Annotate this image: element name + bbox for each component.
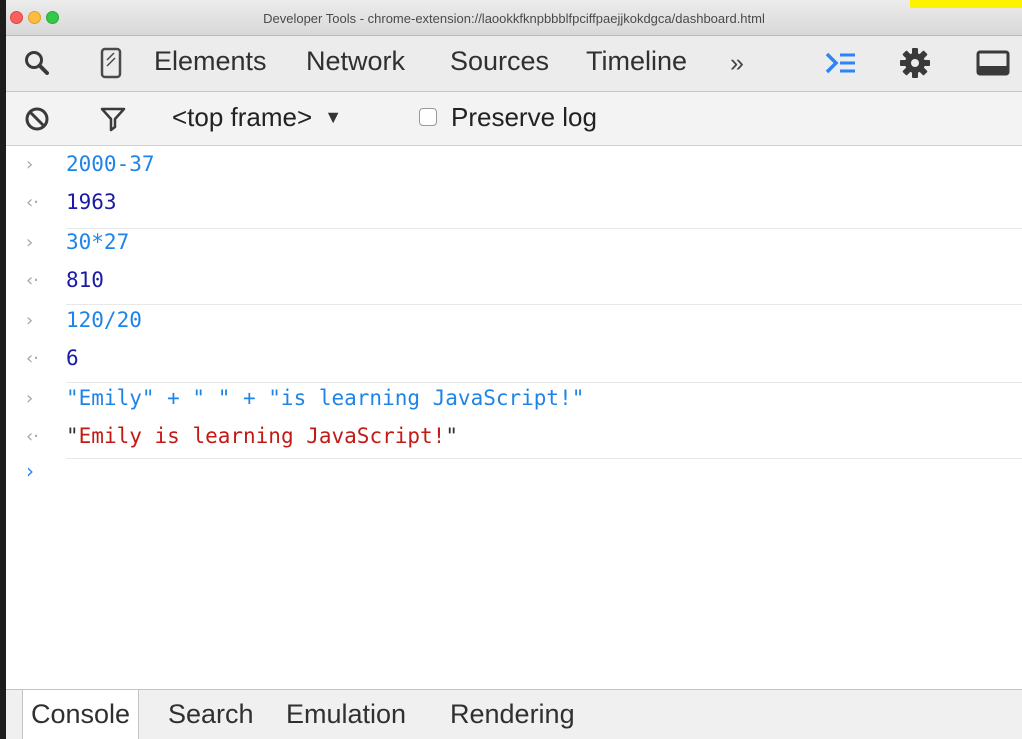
console-result-row: ‹· 6 — [6, 340, 1022, 378]
input-chevron-icon: › — [26, 232, 34, 253]
dropdown-arrow-icon: ▼ — [324, 107, 343, 127]
console-toolbar: <top frame> ▼ Preserve log — [6, 92, 1022, 146]
console-result: 1963 — [66, 190, 117, 214]
result-arrow-icon: ‹· — [26, 192, 39, 213]
tab-timeline[interactable]: Timeline — [586, 46, 687, 77]
input-chevron-icon: › — [26, 388, 34, 409]
console-result: 810 — [66, 268, 104, 292]
console-command: 30*27 — [66, 230, 130, 254]
console-command: 2000-37 — [66, 152, 155, 176]
entry-divider — [66, 458, 1022, 459]
console-prompt-icon[interactable]: › — [26, 459, 34, 483]
device-mode-icon[interactable] — [94, 46, 128, 80]
filter-icon[interactable] — [96, 102, 130, 136]
drawer-tab-bar: Console Search Emulation Rendering — [6, 689, 1022, 739]
clear-console-icon[interactable] — [20, 102, 54, 136]
console-drawer-icon[interactable] — [824, 46, 858, 80]
tab-search[interactable]: Search — [160, 690, 262, 739]
devtools-window: Developer Tools - chrome-extension://lao… — [6, 0, 1022, 739]
console-result: 6 — [66, 346, 79, 370]
window-title: Developer Tools - chrome-extension://lao… — [263, 11, 765, 26]
tab-elements[interactable]: Elements — [154, 46, 267, 77]
console-input-row: › 2000-37 — [6, 146, 1022, 184]
string-open-quote: " — [66, 424, 79, 448]
tab-network[interactable]: Network — [306, 46, 405, 77]
main-toolbar: Elements Network Sources Timeline » — [6, 36, 1022, 92]
search-icon[interactable] — [20, 46, 54, 80]
console-string-result: "Emily is learning JavaScript!" — [66, 424, 458, 448]
dock-icon[interactable] — [976, 46, 1010, 80]
tab-console[interactable]: Console — [22, 690, 140, 739]
console-result-row: ‹· 1963 — [6, 184, 1022, 222]
yellow-highlight — [910, 0, 1022, 8]
frame-select[interactable]: <top frame> ▼ — [172, 102, 342, 133]
input-chevron-icon: › — [26, 310, 34, 331]
settings-gear-icon[interactable] — [898, 46, 932, 80]
console-output[interactable]: › 2000-37 ‹· 1963 › 30*27 ‹· 810 › 120/2… — [6, 146, 1022, 689]
console-result-row: ‹· 810 — [6, 262, 1022, 300]
console-command: "Emily" + " " + "is learning JavaScript!… — [66, 386, 585, 410]
frame-select-value: <top frame> — [172, 102, 313, 132]
preserve-log-label: Preserve log — [451, 102, 597, 132]
title-bar: Developer Tools - chrome-extension://lao… — [6, 0, 1022, 36]
console-input-row: › 120/20 — [6, 302, 1022, 340]
console-input-row: › "Emily" + " " + "is learning JavaScrip… — [6, 380, 1022, 418]
console-input-row: › 30*27 — [6, 224, 1022, 262]
input-chevron-icon: › — [26, 154, 34, 175]
result-arrow-icon: ‹· — [26, 426, 39, 447]
more-tabs-button[interactable]: » — [730, 49, 744, 78]
tab-rendering[interactable]: Rendering — [442, 690, 583, 739]
result-arrow-icon: ‹· — [26, 270, 39, 291]
console-command: 120/20 — [66, 308, 142, 332]
result-arrow-icon: ‹· — [26, 348, 39, 369]
preserve-log-checkbox[interactable] — [419, 108, 437, 126]
tab-sources[interactable]: Sources — [450, 46, 549, 77]
string-result-text: Emily is learning JavaScript! — [78, 424, 446, 448]
tab-emulation[interactable]: Emulation — [278, 690, 414, 739]
string-close-quote: " — [445, 424, 458, 448]
console-result-row: ‹· "Emily is learning JavaScript!" — [6, 418, 1022, 456]
